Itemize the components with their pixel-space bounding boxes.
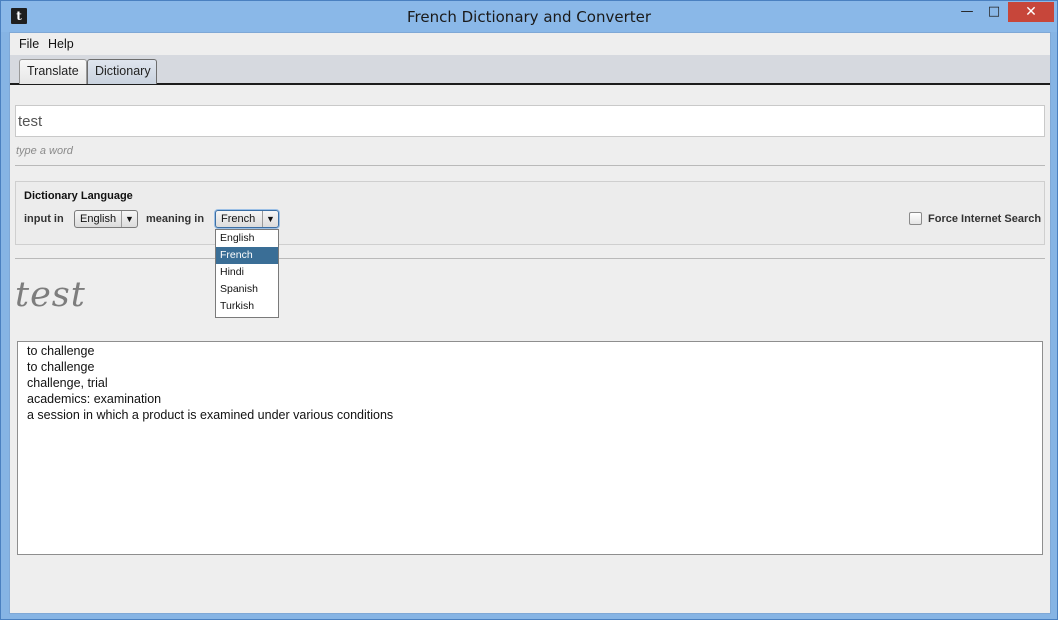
meanings-list: to challenge to challenge challenge, tri… (17, 341, 1043, 555)
dropdown-option[interactable]: English (216, 230, 278, 247)
input-language-select[interactable]: English ▼ (74, 210, 138, 228)
input-language-label: input in (24, 213, 64, 225)
meaning-language-value: French (221, 213, 256, 225)
tab-strip: Translate Dictionary (10, 55, 1050, 85)
result-word-heading: test (15, 275, 86, 315)
chevron-down-icon[interactable]: ▼ (262, 211, 278, 227)
search-hint: type a word (16, 145, 73, 157)
window-title: French Dictionary and Converter (406, 8, 652, 26)
app-window: t French Dictionary and Converter — □ ✕ … (0, 0, 1058, 620)
meaning-language-dropdown: English French Hindi Spanish Turkish (215, 229, 279, 318)
dictionary-language-panel: Dictionary Language input in English ▼ m… (15, 181, 1045, 245)
list-item: challenge, trial (27, 376, 108, 390)
list-item: to challenge (27, 360, 95, 374)
list-item: to challenge (27, 344, 95, 358)
chevron-down-icon[interactable]: ▼ (121, 211, 137, 227)
divider (15, 165, 1045, 166)
maximize-icon[interactable]: □ (981, 2, 1007, 22)
title-bar[interactable]: t French Dictionary and Converter — □ ✕ (1, 1, 1057, 32)
menu-file[interactable]: File (19, 37, 39, 51)
divider (15, 258, 1045, 259)
minimize-icon[interactable]: — (953, 2, 981, 22)
dropdown-option[interactable]: Spanish (216, 281, 278, 298)
menu-bar: File Help (10, 33, 1050, 55)
force-internet-search-label[interactable]: Force Internet Search (928, 213, 1041, 225)
meaning-language-label: meaning in (146, 213, 205, 225)
word-search-input[interactable] (15, 105, 1045, 137)
menu-help[interactable]: Help (48, 37, 74, 51)
tab-dictionary[interactable]: Dictionary (87, 59, 157, 84)
tab-translate[interactable]: Translate (19, 59, 87, 84)
list-item: academics: examination (27, 392, 162, 406)
meaning-language-select[interactable]: French ▼ (215, 210, 279, 228)
dropdown-option-selected[interactable]: French (216, 247, 278, 264)
force-internet-search-checkbox[interactable] (909, 212, 922, 225)
input-language-value: English (80, 213, 117, 225)
client-area: File Help Translate Dictionary type a wo… (9, 32, 1051, 614)
close-icon[interactable]: ✕ (1008, 2, 1054, 22)
dropdown-option[interactable]: Turkish (216, 298, 278, 315)
dropdown-option[interactable]: Hindi (216, 264, 278, 281)
panel-title: Dictionary Language (24, 190, 133, 202)
list-item: a session in which a product is examined… (27, 408, 394, 422)
